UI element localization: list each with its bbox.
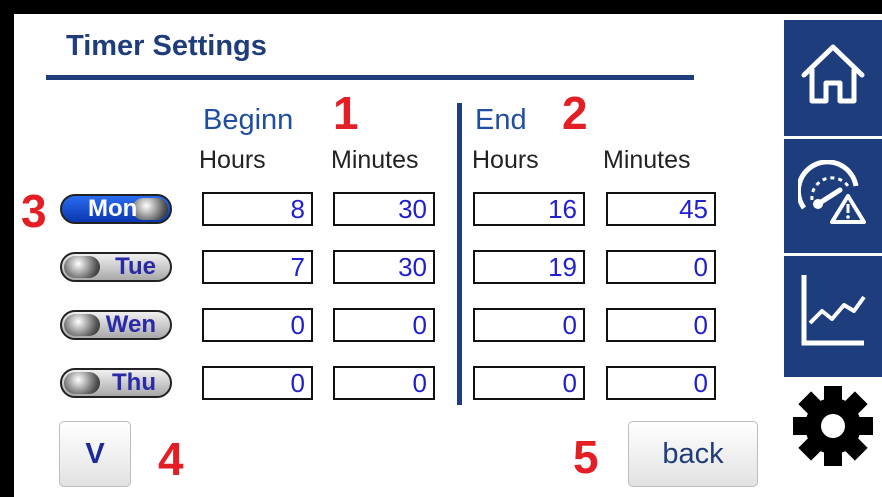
- chart-icon: [798, 271, 868, 354]
- end-minutes-input-thu[interactable]: 0: [606, 366, 716, 400]
- begin-column-label: Beginn: [203, 104, 294, 136]
- begin-end-divider: [457, 103, 462, 405]
- annotation-1: 1: [333, 87, 359, 139]
- end-minutes-input-mon[interactable]: 45: [606, 192, 716, 226]
- begin-minutes-input-tue[interactable]: 30: [333, 250, 435, 284]
- end-column-label: End: [475, 104, 527, 136]
- toggle-knob: [64, 314, 100, 336]
- begin-minutes-input-mon[interactable]: 30: [333, 192, 435, 226]
- home-icon: [798, 39, 868, 114]
- annotation-4: 4: [158, 433, 184, 485]
- annotation-5: 5: [573, 431, 599, 483]
- end-hours-input-thu[interactable]: 0: [473, 366, 585, 400]
- nav-settings-button[interactable]: [784, 378, 882, 478]
- toggle-knob: [132, 198, 168, 220]
- nav-gauge-button[interactable]: [784, 139, 882, 251]
- page-title: Timer Settings: [66, 30, 267, 62]
- gauge-warning-icon: [795, 158, 868, 231]
- begin-hours-input-mon[interactable]: 8: [202, 192, 313, 226]
- day-label: Wen: [105, 311, 156, 338]
- annotation-2: 2: [562, 87, 588, 139]
- end-hours-input-wen[interactable]: 0: [473, 308, 585, 342]
- day-label: Mon: [88, 195, 138, 222]
- annotation-3: 3: [21, 185, 47, 237]
- end-hours-input-mon[interactable]: 16: [473, 192, 585, 226]
- toggle-knob: [64, 256, 100, 278]
- begin-hours-input-thu[interactable]: 0: [202, 366, 313, 400]
- begin-minutes-header: Minutes: [331, 146, 419, 174]
- day-label: Tue: [115, 253, 156, 280]
- title-underline: [46, 75, 694, 80]
- end-minutes-input-tue[interactable]: 0: [606, 250, 716, 284]
- end-minutes-header: Minutes: [603, 146, 691, 174]
- day-toggle-wen[interactable]: Wen: [60, 310, 172, 340]
- toggle-knob: [64, 372, 100, 394]
- begin-hours-input-tue[interactable]: 7: [202, 250, 313, 284]
- begin-hours-input-wen[interactable]: 0: [202, 308, 313, 342]
- day-toggle-tue[interactable]: Tue: [60, 252, 172, 282]
- end-hours-header: Hours: [472, 146, 539, 174]
- back-button[interactable]: back: [628, 421, 758, 487]
- day-toggle-mon[interactable]: Mon: [60, 194, 172, 224]
- day-label: Thu: [112, 369, 156, 396]
- gear-icon: [791, 384, 875, 473]
- begin-minutes-input-thu[interactable]: 0: [333, 366, 435, 400]
- nav-home-button[interactable]: [784, 20, 882, 132]
- nav-chart-button[interactable]: [784, 256, 882, 368]
- end-hours-input-tue[interactable]: 19: [473, 250, 585, 284]
- day-toggle-thu[interactable]: Thu: [60, 368, 172, 398]
- scroll-down-button[interactable]: V: [59, 421, 131, 487]
- begin-minutes-input-wen[interactable]: 0: [333, 308, 435, 342]
- begin-hours-header: Hours: [199, 146, 266, 174]
- end-minutes-input-wen[interactable]: 0: [606, 308, 716, 342]
